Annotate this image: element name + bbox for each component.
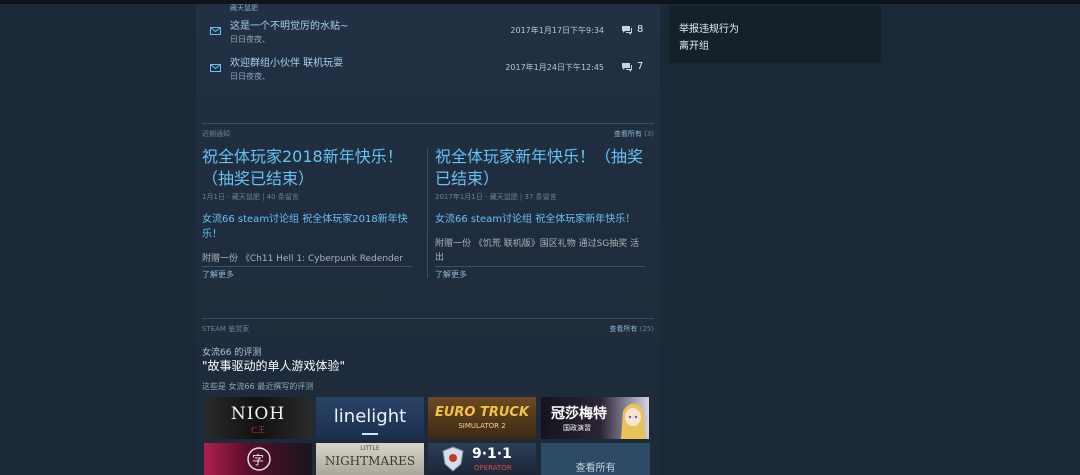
game-logo: 9·1·1 [472,446,512,462]
game-logo: 字 [251,453,264,467]
announcement-meta: 1月1日 - 藏天鼠肥 | 40 条留言 [202,193,299,201]
envelope-icon [210,64,221,72]
comment-icon [622,63,632,72]
game-logo-sub: 仁王 [251,426,265,434]
read-more-link[interactable]: 了解更多 [202,266,412,282]
game-logo: EURO TRUCK [434,405,530,420]
announcement-divider [427,148,428,278]
announcement-excerpt: 附赠一份 《Ch11 Hell 1: Cyberpunk Redender [202,254,403,264]
curator-header: STEAM 鉴赏家 查看所有 (25) [202,318,654,333]
thread-date: 2017年1月24日下午12:45 [505,63,604,72]
read-more-link[interactable]: 了解更多 [435,266,645,282]
reply-count: 7 [637,61,644,72]
curator-description: 这些是 女流66 最近撰写的评测 [202,382,314,391]
police-badge-icon [442,446,464,472]
thread-title[interactable]: 欢迎群组小伙伴 联机玩耍 [230,54,343,69]
comment-icon [622,26,632,35]
game-tile-root-letter[interactable]: 冠莎梅特 国政演習 [541,397,649,439]
announcement-title[interactable]: 祝全体玩家新年快乐！（抽奖已结束） [435,146,645,190]
game-logo: 冠莎梅特 [551,406,607,422]
announcement-excerpt: 附赠一份 《饥荒 联机版》国区礼物 通过SG抽奖 活出 [435,239,640,263]
thread-row[interactable]: 欢迎群组小伙伴 联机玩耍 日日夜夜、 2017年1月24日下午12:45 7 [196,54,660,88]
announcement-meta: 2017年1月1日 - 藏天鼠肥 | 37 条留言 [435,193,557,201]
announcement-body: 女流66 steam讨论组 祝全体玩家新年快乐！ [435,214,636,225]
report-link[interactable]: 举报违规行为 [679,20,739,35]
announcement-card: 祝全体玩家新年快乐！（抽奖已结束） 2017年1月1日 - 藏天鼠肥 | 37 … [435,146,645,282]
leave-group-link[interactable]: 离开组 [679,37,709,52]
thread-title[interactable]: 这是一个不明觉厉的水贴~ [230,17,348,32]
anime-character-icon [621,403,646,439]
group-actions-panel: 举报违规行为 离开组 [669,6,881,63]
game-logo-sub: LITTLE [360,445,380,452]
view-all-reviews-tile[interactable]: 查看所有 [541,443,650,475]
announcement-body: 女流66 steam讨论组 祝全体玩家2018新年快乐！ [202,214,408,240]
announcements-view-all[interactable]: 查看所有 (3) [614,129,654,139]
announcement-card: 祝全体玩家2018新年快乐！（抽奖已结束） 1月1日 - 藏天鼠肥 | 40 条… [202,146,412,282]
announcements-label: 近期通知 [202,130,230,138]
logo-line [362,433,378,435]
thread-author: 日日夜夜、 [230,35,270,44]
game-tile-nioh[interactable]: NIOH 仁王 [204,397,312,439]
cutoff-author: 藏天鼠肥 [230,4,258,12]
announcements-header: 近期通知 查看所有 (3) [202,123,654,138]
game-tile-rune[interactable]: 字 [204,443,312,475]
thread-date: 2017年1月17日下午9:34 [510,26,604,35]
game-tile-911-operator[interactable]: 9·1·1 OPERATOR [428,443,536,475]
curator-review-title: "故事驱动的单人游戏体验" [202,359,346,373]
game-logo-sub: SIMULATOR 2 [458,422,506,430]
thread-row[interactable]: 这是一个不明觉厉的水贴~ 日日夜夜、 2017年1月17日下午9:34 8 [196,17,660,51]
game-logo: linelight [333,406,407,427]
game-logo: NIOH [230,404,286,424]
envelope-icon [210,27,221,35]
game-tile-little-nightmares[interactable]: LITTLE NIGHTMARES [316,443,424,475]
view-all-label: 查看所有 [575,463,616,474]
curator-label: STEAM 鉴赏家 [202,325,250,333]
game-logo-sub: OPERATOR [474,464,512,472]
game-tile-euro-truck[interactable]: EURO TRUCK SIMULATOR 2 [428,397,536,439]
curator-view-all[interactable]: 查看所有 (25) [609,324,654,334]
game-tile-linelight[interactable]: linelight [316,397,424,439]
game-logo: NIGHTMARES [324,454,416,468]
game-logo-sub: 国政演習 [563,424,591,432]
announcement-title[interactable]: 祝全体玩家2018新年快乐！（抽奖已结束） [202,146,412,190]
reply-count: 8 [637,24,644,35]
thread-author: 日日夜夜、 [230,72,270,81]
